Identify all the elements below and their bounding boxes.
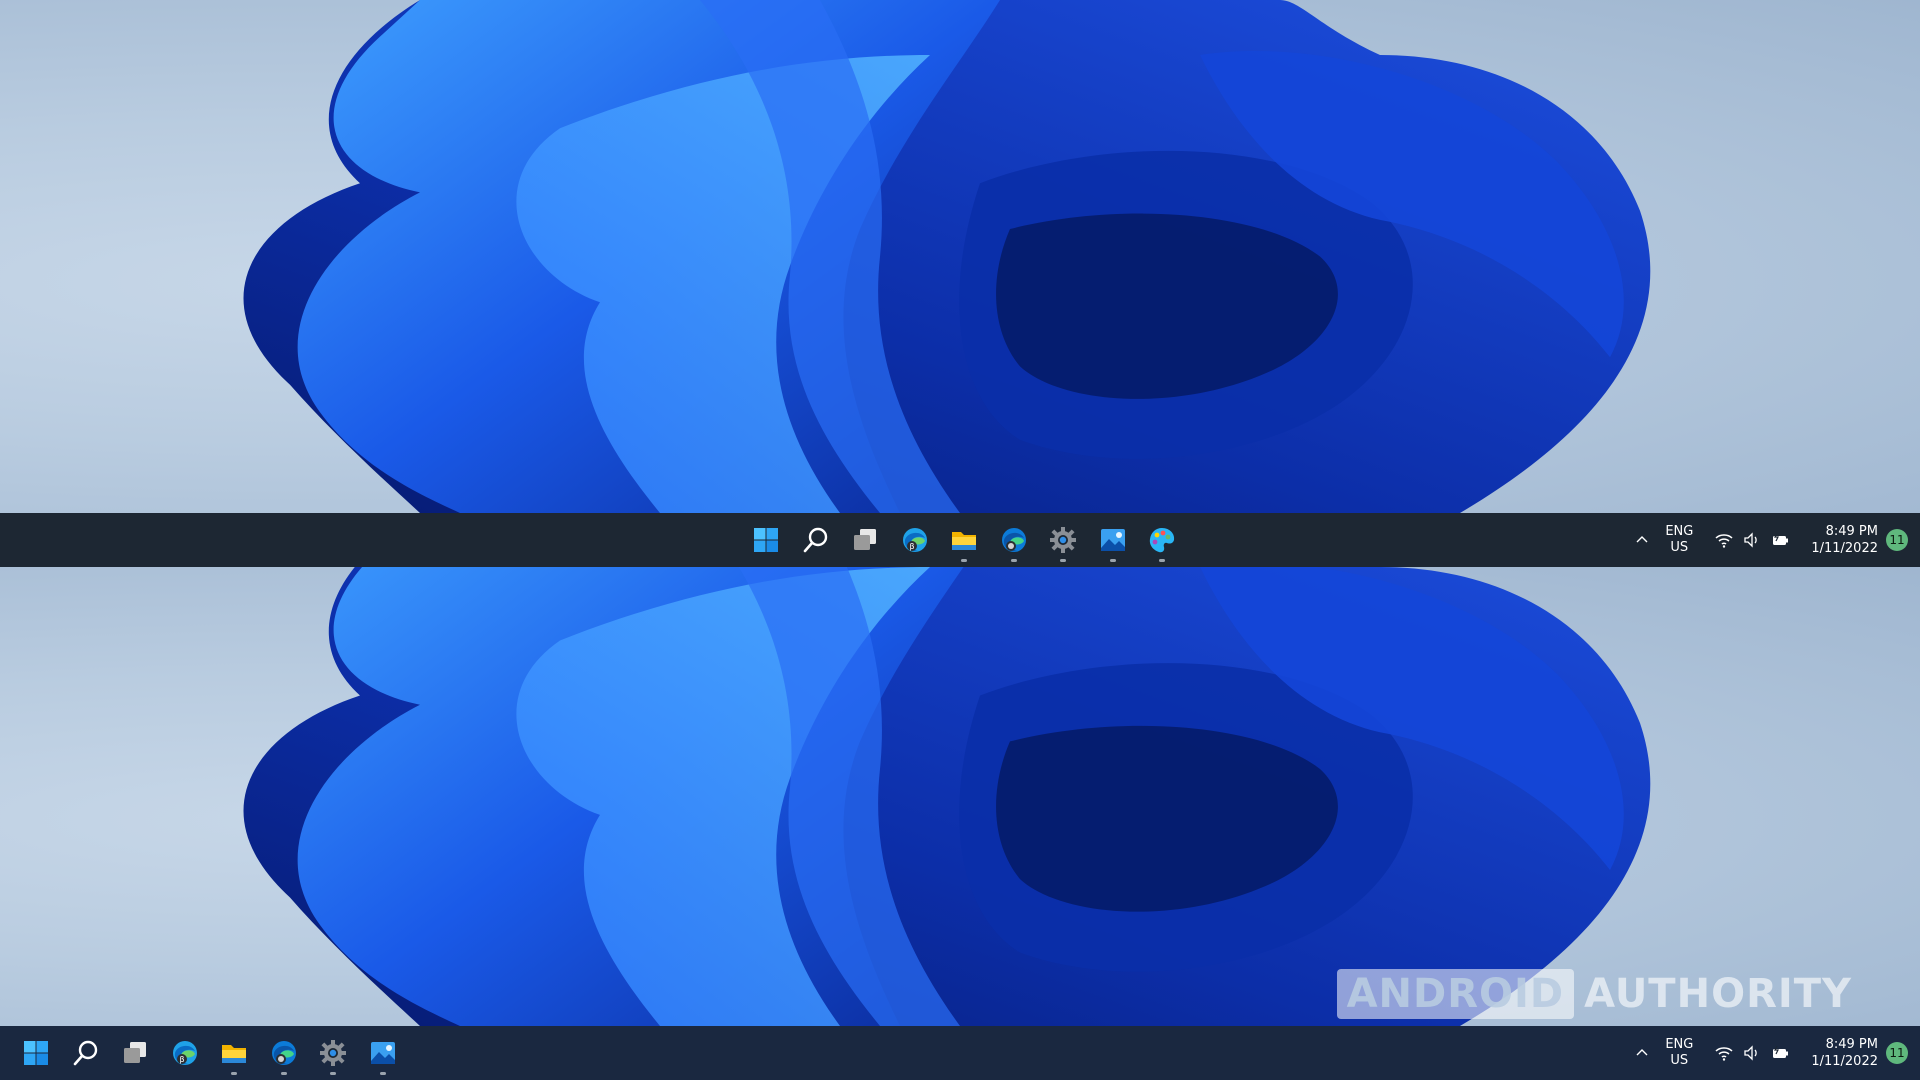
desktop-wallpaper — [0, 0, 1920, 513]
region-label: US — [1670, 540, 1689, 555]
notification-center-badge[interactable]: 11 — [1886, 1042, 1908, 1064]
show-hidden-icons-button[interactable] — [1629, 513, 1655, 567]
running-indicator — [961, 559, 967, 562]
system-tray: ENG US 8:49 PM 1/11/2022 11 — [1629, 513, 1920, 567]
photos-icon — [369, 1039, 397, 1067]
file-explorer-icon — [220, 1039, 248, 1067]
settings-icon — [1049, 526, 1077, 554]
taskbar-left-aligned: ENG US 8:49 PM 1/11/2022 11 — [0, 1026, 1920, 1080]
start-button[interactable] — [12, 1026, 60, 1080]
start-icon — [22, 1039, 50, 1067]
running-indicator — [330, 1072, 336, 1075]
search-icon — [72, 1039, 100, 1067]
battery-charging-icon — [1771, 1044, 1789, 1062]
wifi-icon — [1715, 1044, 1733, 1062]
clock-button[interactable]: 8:49 PM 1/11/2022 — [1811, 523, 1878, 557]
search-button[interactable] — [62, 1026, 110, 1080]
running-indicator — [1010, 559, 1017, 562]
photos-icon — [1099, 526, 1127, 554]
taskbar-centered: ENG US 8:49 PM 1/11/2022 11 — [0, 513, 1920, 567]
bloom-wallpaper-art — [243, 567, 1651, 1026]
input-language-button[interactable]: ENG US — [1665, 524, 1693, 556]
input-language-button[interactable]: ENG US — [1665, 1037, 1693, 1069]
task-view-icon — [851, 526, 879, 554]
desktop-wallpaper — [0, 567, 1920, 1026]
clock-date: 1/11/2022 — [1811, 1054, 1878, 1069]
battery-charging-icon — [1771, 531, 1789, 549]
volume-icon — [1743, 531, 1761, 549]
edge-beta-icon — [901, 526, 929, 554]
edge-beta-icon — [171, 1039, 199, 1067]
edge-icon — [270, 1039, 298, 1067]
search-icon — [802, 526, 830, 554]
search-button[interactable] — [792, 513, 840, 567]
photos-button[interactable] — [359, 1026, 407, 1080]
chevron-up-icon — [1634, 532, 1650, 548]
show-hidden-icons-button[interactable] — [1629, 1026, 1655, 1080]
quick-settings-button[interactable] — [1715, 1044, 1789, 1062]
edge-button[interactable] — [990, 513, 1038, 567]
watermark-part1: ANDROID — [1336, 969, 1575, 1019]
clock-time: 8:49 PM — [1825, 1037, 1878, 1052]
running-indicator — [379, 1072, 386, 1075]
edge-icon — [1000, 526, 1028, 554]
bloom-wallpaper-art — [243, 0, 1651, 513]
language-label: ENG — [1665, 524, 1694, 539]
start-button[interactable] — [742, 513, 790, 567]
taskbar-app-list — [742, 513, 1188, 567]
file-explorer-icon — [950, 526, 978, 554]
language-label: ENG — [1665, 1037, 1694, 1052]
system-tray: ENG US 8:49 PM 1/11/2022 11 — [1629, 1026, 1920, 1080]
volume-icon — [1743, 1044, 1761, 1062]
task-view-button[interactable] — [111, 1026, 159, 1080]
notification-center-badge[interactable]: 11 — [1886, 529, 1908, 551]
watermark-part2: AUTHORITY — [1584, 971, 1852, 1017]
running-indicator — [280, 1072, 287, 1075]
start-icon — [752, 526, 780, 554]
quick-settings-button[interactable] — [1715, 531, 1789, 549]
task-view-button[interactable] — [841, 513, 889, 567]
clock-time: 8:49 PM — [1825, 524, 1878, 539]
settings-icon — [319, 1039, 347, 1067]
file-explorer-button[interactable] — [940, 513, 988, 567]
settings-button[interactable] — [309, 1026, 357, 1080]
taskbar-app-list — [12, 1026, 408, 1080]
settings-button[interactable] — [1039, 513, 1087, 567]
region-label: US — [1670, 1053, 1689, 1068]
edge-beta-button[interactable] — [891, 513, 939, 567]
photos-button[interactable] — [1089, 513, 1137, 567]
paint-icon — [1148, 526, 1176, 554]
watermark: ANDROID AUTHORITY — [1336, 969, 1852, 1019]
edge-beta-button[interactable] — [161, 1026, 209, 1080]
running-indicator — [231, 1072, 237, 1075]
running-indicator — [1060, 559, 1066, 562]
file-explorer-button[interactable] — [210, 1026, 258, 1080]
clock-button[interactable]: 8:49 PM 1/11/2022 — [1811, 1036, 1878, 1070]
running-indicator — [1109, 559, 1116, 562]
paint-button[interactable] — [1138, 513, 1186, 567]
running-indicator — [1159, 559, 1165, 562]
chevron-up-icon — [1634, 1045, 1650, 1061]
wifi-icon — [1715, 531, 1733, 549]
edge-button[interactable] — [260, 1026, 308, 1080]
clock-date: 1/11/2022 — [1811, 541, 1878, 556]
task-view-icon — [121, 1039, 149, 1067]
